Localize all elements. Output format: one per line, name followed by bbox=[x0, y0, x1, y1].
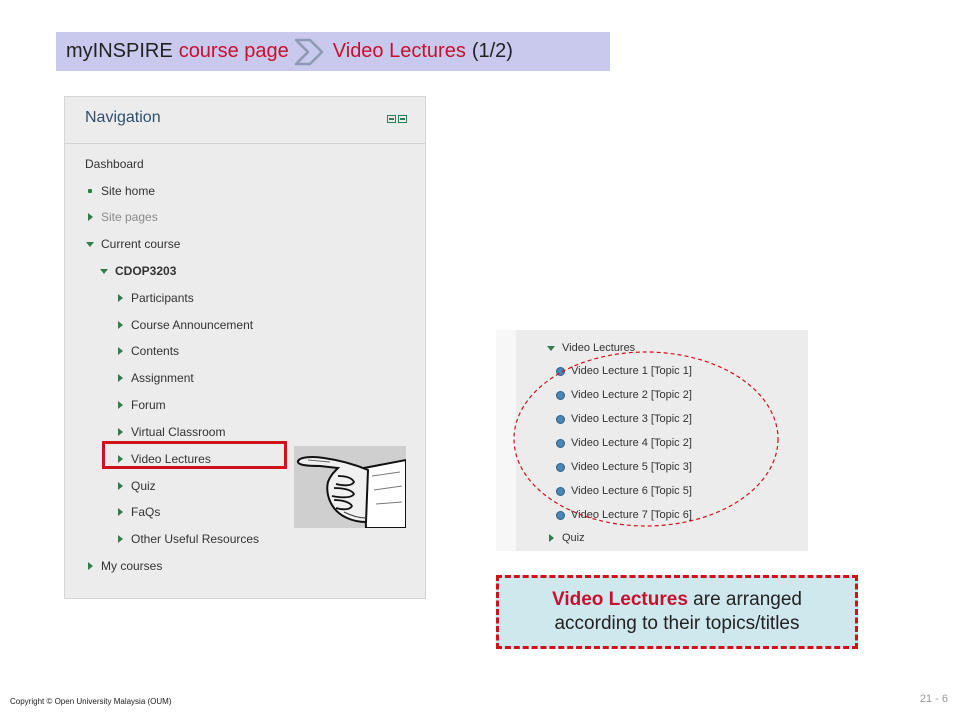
nav-item-label: Assignment bbox=[131, 371, 194, 385]
title-page-count: (1/2) bbox=[471, 40, 513, 62]
callout-highlight: Video Lectures bbox=[552, 589, 688, 610]
nav-item-label: Dashboard bbox=[85, 157, 144, 171]
expand-arrow-icon bbox=[87, 562, 93, 570]
expand-arrow-icon bbox=[117, 374, 123, 382]
navigation-title: Navigation bbox=[85, 109, 161, 126]
nav-item-site-pages[interactable]: Site pages bbox=[85, 207, 158, 227]
chevron-right-icon bbox=[294, 38, 324, 65]
collapse-arrow-icon bbox=[86, 241, 94, 247]
nav-item-course-code[interactable]: CDOP3203 bbox=[99, 261, 176, 281]
page-number: 21 - 6 bbox=[919, 693, 948, 705]
nav-item-contents[interactable]: Contents bbox=[115, 341, 179, 361]
nav-item-participants[interactable]: Participants bbox=[115, 288, 194, 308]
collapse-icon[interactable] bbox=[387, 115, 396, 123]
nav-item-faqs[interactable]: FaQs bbox=[115, 502, 160, 522]
nav-item-label: Course Announcement bbox=[131, 318, 254, 332]
callout-text-1: are arranged bbox=[693, 589, 802, 610]
quiz-label: Quiz bbox=[562, 532, 585, 544]
title-video-lectures: Video Lectures bbox=[332, 40, 466, 62]
callout-line-2: according to their topics/titles bbox=[554, 613, 800, 634]
nav-item-label: Site home bbox=[101, 184, 156, 198]
nav-item-label: Virtual Classroom bbox=[131, 425, 226, 439]
nav-item-course-announcement[interactable]: Course Announcement bbox=[115, 315, 253, 335]
copyright-text: Copyright © Open University Malaysia (OU… bbox=[10, 697, 172, 706]
highlight-box bbox=[102, 441, 287, 469]
nav-item-site-home[interactable]: Site home bbox=[85, 181, 155, 201]
pointing-hand-icon bbox=[296, 456, 407, 529]
expand-arrow-icon bbox=[117, 401, 123, 409]
nav-item-label: Other Useful Resources bbox=[131, 532, 260, 546]
nav-item-label: FaQs bbox=[131, 505, 161, 519]
navigation-header: Navigation bbox=[65, 97, 425, 144]
nav-item-label: Participants bbox=[131, 291, 194, 305]
expand-arrow-icon bbox=[117, 294, 123, 302]
expand-arrow-icon bbox=[117, 508, 123, 516]
expand-arrow-icon bbox=[117, 321, 123, 329]
dashed-ellipse-highlight bbox=[513, 351, 779, 527]
pointing-hand-illustration bbox=[294, 446, 407, 529]
nav-item-forum[interactable]: Forum bbox=[115, 395, 166, 415]
nav-item-dashboard[interactable]: Dashboard bbox=[85, 154, 144, 174]
nav-item-label: Forum bbox=[131, 398, 166, 412]
title-myinspire: myINSPIRE bbox=[66, 40, 173, 62]
slide-title-bar: myINSPIRE course page Video Lectures (1/… bbox=[56, 32, 610, 71]
expand-arrow-icon bbox=[87, 213, 93, 221]
block-controls bbox=[387, 115, 407, 123]
bullet-icon bbox=[88, 189, 92, 193]
nav-item-quiz[interactable]: Quiz bbox=[115, 476, 156, 496]
nav-item-label: Site pages bbox=[101, 210, 158, 224]
dock-icon[interactable] bbox=[398, 115, 407, 123]
title-course-page: course page bbox=[178, 40, 289, 62]
nav-item-label: Quiz bbox=[131, 479, 156, 493]
nav-item-my-courses[interactable]: My courses bbox=[85, 556, 162, 576]
nav-item-label: Contents bbox=[131, 344, 180, 358]
collapse-arrow-icon bbox=[100, 268, 108, 274]
nav-item-other-resources[interactable]: Other Useful Resources bbox=[115, 529, 259, 549]
nav-item-current-course[interactable]: Current course bbox=[85, 234, 180, 254]
expand-arrow-icon bbox=[117, 482, 123, 490]
expand-arrow-icon bbox=[117, 535, 123, 543]
nav-item-label: My courses bbox=[101, 559, 163, 573]
expand-arrow-icon bbox=[117, 347, 123, 355]
callout-box: Video Lectures are arranged according to… bbox=[496, 575, 858, 649]
expand-arrow-icon bbox=[117, 428, 123, 436]
nav-item-assignment[interactable]: Assignment bbox=[115, 368, 194, 388]
quiz-node[interactable]: Quiz bbox=[546, 529, 585, 547]
expand-arrow-icon bbox=[548, 534, 554, 542]
nav-item-label: Current course bbox=[101, 237, 181, 251]
nav-item-virtual-classroom[interactable]: Virtual Classroom bbox=[115, 422, 225, 442]
nav-item-label: CDOP3203 bbox=[115, 264, 177, 278]
callout-line-1: Video Lectures are arranged bbox=[552, 588, 802, 612]
